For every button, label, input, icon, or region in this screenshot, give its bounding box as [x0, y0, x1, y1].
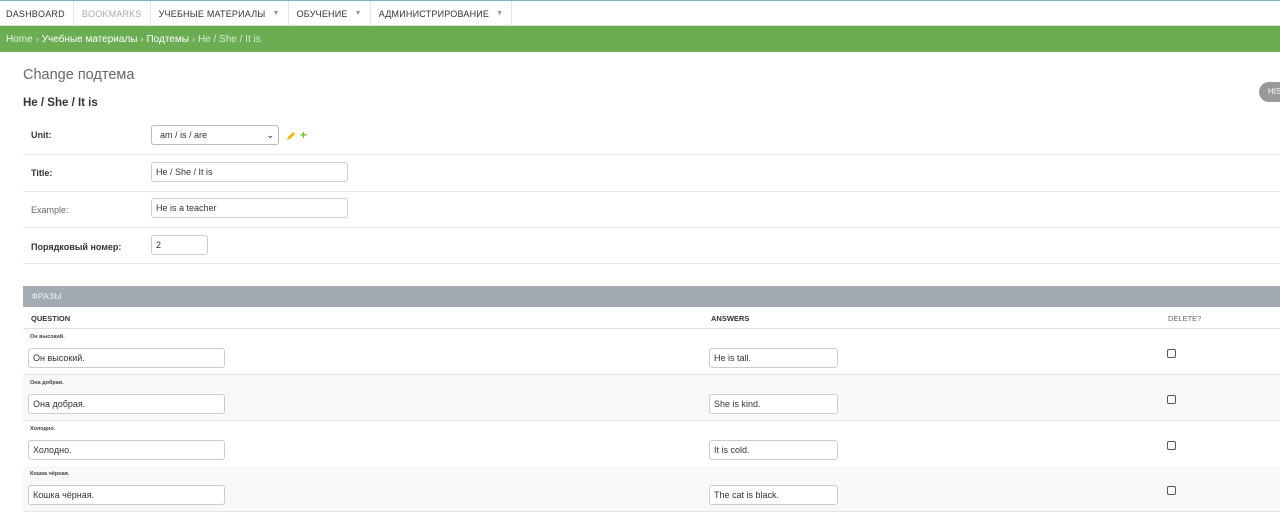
caret-down-icon: ▼: [496, 10, 504, 17]
nav-administration[interactable]: АДМИНИСТРИРОВАНИЕ ▼: [371, 1, 513, 26]
caret-down-icon: ▼: [354, 10, 362, 17]
form-row-order: Порядковый номер: 2: [23, 228, 1280, 264]
answer-input[interactable]: The cat is black.: [709, 485, 838, 505]
nav-learning-materials-label: УЧЕБНЫЕ МАТЕРИАЛЫ: [158, 8, 266, 19]
add-icon[interactable]: +: [300, 129, 307, 141]
unit-select-value: am / is / are: [160, 130, 208, 140]
question-input[interactable]: Он высокий.: [28, 348, 225, 368]
form-row-example: Example: He is a teacher: [23, 192, 1280, 228]
delete-checkbox[interactable]: [1167, 395, 1176, 404]
delete-checkbox[interactable]: [1167, 349, 1176, 358]
breadcrumb-section[interactable]: Учебные материалы: [42, 34, 138, 45]
unit-label: Unit:: [31, 130, 52, 140]
breadcrumb-current: He / She / It is: [197, 33, 261, 45]
breadcrumb: Home › Учебные материалы › Подтемы › He …: [0, 26, 1280, 52]
row-original-label: Он высокий.: [30, 334, 65, 340]
history-button[interactable]: HIS: [1259, 82, 1280, 102]
object-title: He / She / It is: [23, 97, 98, 109]
question-input[interactable]: Холодно.: [28, 440, 225, 460]
breadcrumb-separator: ›: [191, 34, 195, 44]
column-header-answers: ANSWERS: [711, 314, 750, 323]
answer-input[interactable]: It is cold.: [709, 440, 838, 460]
nav-training[interactable]: ОБУЧЕНИЕ ▼: [289, 1, 371, 26]
top-navigation: DASHBOARD BOOKMARKS УЧЕБНЫЕ МАТЕРИАЛЫ ▼ О…: [0, 0, 1280, 26]
answer-input[interactable]: She is kind.: [709, 394, 838, 414]
nav-learning-materials[interactable]: УЧЕБНЫЕ МАТЕРИАЛЫ ▼: [151, 1, 289, 26]
inline-column-headers: QUESTION ANSWERS DELETE?: [23, 307, 1280, 329]
inline-section-title: ФРАЗЫ: [23, 286, 1280, 307]
breadcrumb-separator: ›: [35, 34, 39, 44]
form-row-title: Title: He / She / It is: [23, 155, 1280, 192]
form-row-unit: Unit: am / is / are ⌄ +: [23, 117, 1280, 155]
delete-checkbox[interactable]: [1167, 441, 1176, 450]
breadcrumb-model[interactable]: Подтемы: [146, 34, 188, 45]
nav-administration-label: АДМИНИСТРИРОВАНИЕ: [378, 8, 490, 19]
breadcrumb-home[interactable]: Home: [6, 34, 33, 45]
pencil-icon[interactable]: [286, 131, 296, 141]
table-row: Она добрая. Она добрая. She is kind.: [23, 375, 1280, 421]
example-label: Example:: [31, 205, 69, 215]
nav-dashboard-label: DASHBOARD: [6, 8, 65, 19]
table-row: Кошка чёрная. Кошка чёрная. The cat is b…: [23, 466, 1280, 512]
row-original-label: Кошка чёрная.: [30, 471, 70, 477]
title-label: Title:: [31, 168, 53, 178]
delete-checkbox[interactable]: [1167, 486, 1176, 495]
nav-dashboard[interactable]: DASHBOARD: [0, 1, 74, 26]
answer-input[interactable]: He is tall.: [709, 348, 838, 368]
question-input[interactable]: Кошка чёрная.: [28, 485, 225, 505]
nav-training-label: ОБУЧЕНИЕ: [296, 8, 348, 19]
page-title: Change подтема: [23, 67, 135, 83]
title-input[interactable]: He / She / It is: [151, 162, 348, 182]
unit-select[interactable]: am / is / are ⌄: [151, 125, 279, 145]
column-header-question: QUESTION: [31, 314, 71, 323]
example-input[interactable]: He is a teacher: [151, 198, 348, 218]
row-original-label: Она добрая.: [30, 380, 64, 386]
table-row: Он высокий. Он высокий. He is tall.: [23, 329, 1280, 375]
breadcrumb-separator: ›: [140, 34, 144, 44]
nav-bookmarks[interactable]: BOOKMARKS: [74, 1, 151, 26]
row-original-label: Холодно.: [30, 426, 56, 432]
chevron-down-icon: ⌄: [266, 130, 274, 140]
question-input[interactable]: Она добрая.: [28, 394, 225, 414]
table-row: Холодно. Холодно. It is cold.: [23, 421, 1280, 467]
caret-down-icon: ▼: [272, 10, 280, 17]
column-header-delete: DELETE?: [1168, 314, 1202, 323]
order-label: Порядковый номер:: [31, 242, 122, 252]
nav-bookmarks-label: BOOKMARKS: [81, 8, 142, 19]
order-input[interactable]: 2: [151, 235, 208, 255]
